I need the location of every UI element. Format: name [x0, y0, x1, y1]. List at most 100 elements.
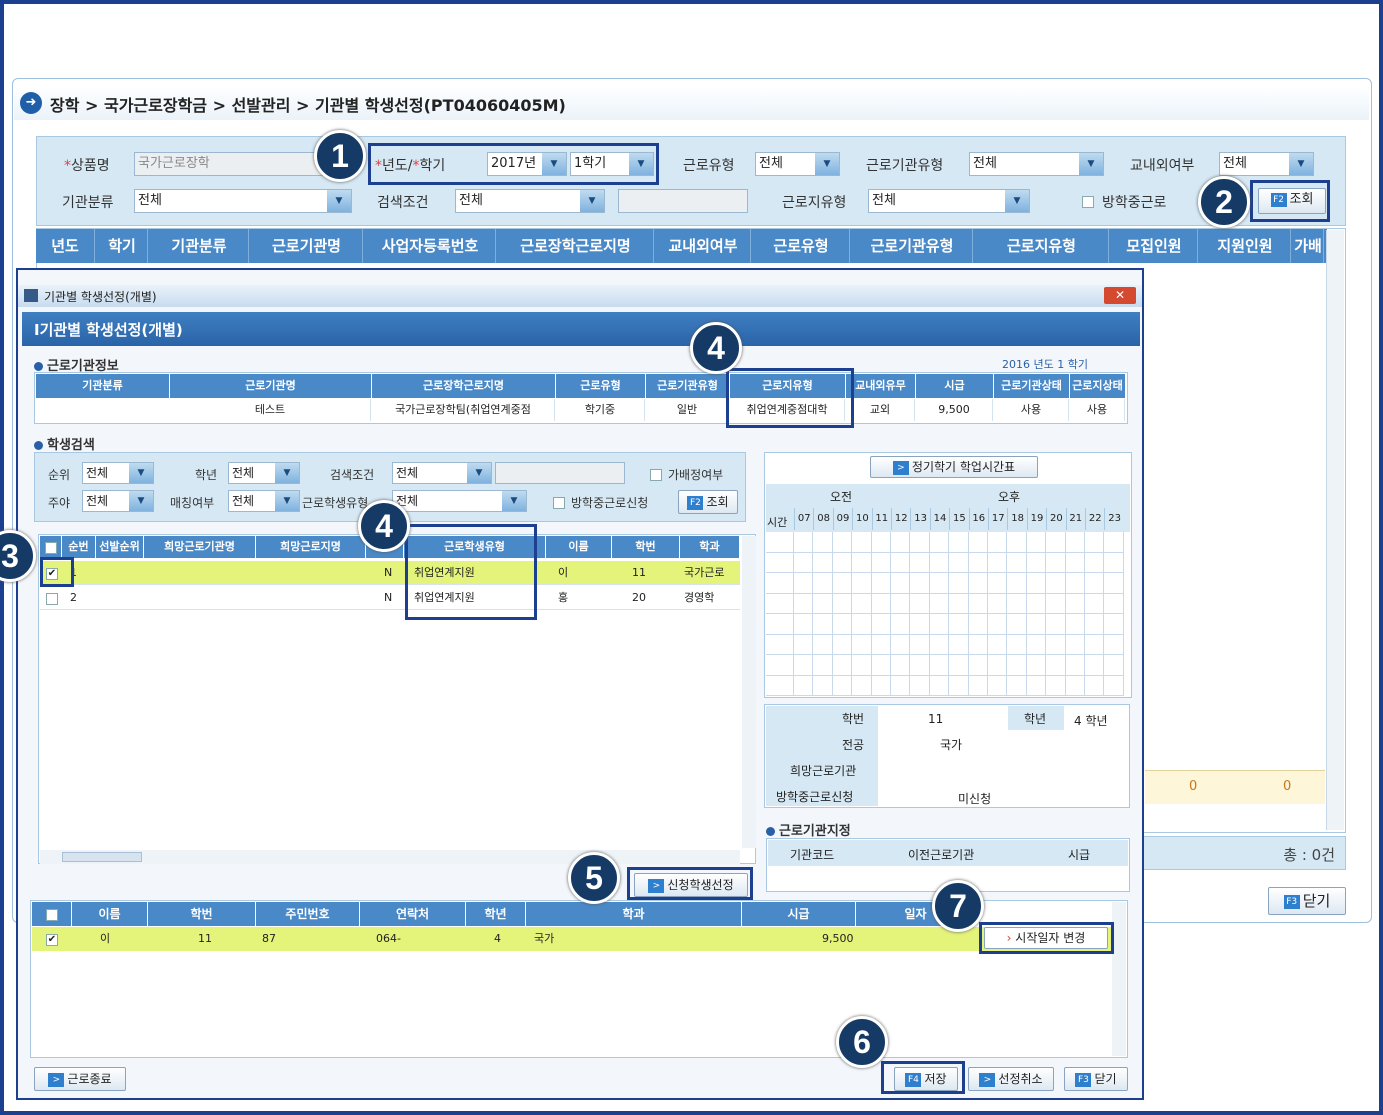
- timetable-cell: [794, 634, 814, 655]
- bottom-cell-4: 4: [494, 932, 501, 945]
- scroll-thumb[interactable]: [62, 852, 142, 862]
- timetable-cell: [910, 675, 930, 696]
- timetable-cell: [929, 593, 950, 614]
- bottom-cell-1: 11: [198, 932, 212, 945]
- chevron-down-icon: ▼: [467, 463, 491, 483]
- org-cell-7: 9,500: [916, 399, 993, 421]
- info-grade-label: 학년: [1024, 712, 1047, 726]
- match-select[interactable]: 전체 ▼: [228, 490, 300, 512]
- timetable-cell: [1046, 614, 1066, 635]
- main-header-1: 학기: [97, 229, 148, 263]
- student-type-select[interactable]: 전체 ▼: [392, 490, 527, 512]
- timetable-cell: [910, 552, 930, 573]
- timetable-cell: [871, 614, 891, 635]
- cond-select[interactable]: 전체 ▼: [392, 462, 492, 484]
- chevron-down-icon: ▼: [815, 153, 839, 175]
- close-icon[interactable]: ✕: [1104, 287, 1136, 304]
- student-hscroll[interactable]: [40, 850, 740, 864]
- timetable-cell: [1007, 655, 1027, 676]
- fill-checkbox[interactable]: [650, 467, 662, 482]
- org-cell-2: 국가근로장학팀(취업연계중점: [372, 399, 555, 421]
- org-header-4: 근로기관유형: [646, 374, 729, 398]
- condition-input[interactable]: [618, 189, 748, 213]
- condition-select[interactable]: 전체 ▼: [455, 189, 605, 213]
- product-label: *상품명: [64, 158, 110, 174]
- timetable-cell: [968, 593, 988, 614]
- site-type-select[interactable]: 전체 ▼: [868, 189, 1030, 213]
- assign-header-code: 기관코드: [790, 848, 835, 862]
- org-class-select[interactable]: 전체 ▼: [134, 189, 352, 213]
- timetable-cell: [1104, 552, 1124, 573]
- timetable-cell: [1104, 675, 1124, 696]
- arrow-right-icon: >: [892, 460, 909, 475]
- chevron-down-icon: ▼: [129, 491, 153, 511]
- timetable-cell: [891, 634, 911, 655]
- timetable-cell: [949, 593, 969, 614]
- timetable-cell: [929, 532, 950, 553]
- hour-label-5: 12: [891, 508, 910, 530]
- grade-select[interactable]: 전체 ▼: [228, 462, 300, 484]
- timetable-cell: [766, 573, 794, 594]
- timetable-cell: [1046, 532, 1066, 553]
- timetable-cell: [766, 593, 794, 614]
- total-value-1: 0: [1189, 779, 1198, 794]
- timetable-cell: [891, 655, 911, 676]
- timetable-cell: [871, 634, 891, 655]
- hour-label-13: 20: [1046, 508, 1065, 530]
- timetable-cell: [1007, 634, 1027, 655]
- timetable-cell: [813, 614, 833, 635]
- main-close-button[interactable]: F3 닫기: [1268, 887, 1346, 915]
- timetable-cell: [1065, 593, 1085, 614]
- vac-apply-checkbox[interactable]: [553, 495, 565, 510]
- site-type-label: 근로지유형: [782, 195, 847, 211]
- timetable-cell: [1065, 573, 1085, 594]
- hour-label-7: 14: [929, 508, 949, 530]
- bottom-header-0: 이름: [72, 902, 147, 926]
- timetable-cell: [968, 655, 988, 676]
- org-header-1: 근로기관명: [170, 374, 371, 398]
- timetable-cell: [766, 552, 794, 573]
- timetable-cell: [832, 634, 853, 655]
- work-type-select[interactable]: 전체 ▼: [755, 152, 840, 176]
- timetable-cell: [1026, 655, 1047, 676]
- student-vscroll[interactable]: [742, 536, 756, 848]
- org-type-select[interactable]: 전체 ▼: [969, 152, 1104, 176]
- bottom-header-1: 학번: [148, 902, 255, 926]
- timetable-cell: [1007, 573, 1027, 594]
- timetable-cell: [1085, 593, 1105, 614]
- selected-row-checkbox[interactable]: ✔: [46, 932, 58, 947]
- timetable-cell: [766, 655, 794, 676]
- assign-title: 근로기관지정: [766, 820, 851, 839]
- select-all-checkbox[interactable]: [44, 541, 57, 554]
- selected-vscroll[interactable]: [1112, 902, 1126, 1056]
- timetable-cell: [968, 675, 988, 696]
- timetable-cell: [813, 634, 833, 655]
- dialog-close-button[interactable]: F3 닫기: [1064, 1067, 1128, 1091]
- rank-select[interactable]: 전체 ▼: [82, 462, 154, 484]
- timetable-cell: [766, 614, 794, 635]
- select-all-checkbox[interactable]: [45, 908, 58, 921]
- cond-input[interactable]: [495, 462, 625, 484]
- timetable-cell: [949, 675, 969, 696]
- timetable-button[interactable]: > 정기학기 학업시간표: [870, 456, 1038, 478]
- info-major-value: 국가: [940, 738, 963, 752]
- window-icon: [24, 289, 38, 302]
- timetable-cell: [949, 532, 969, 553]
- student-search-button[interactable]: F2 조회: [678, 490, 738, 514]
- vacation-checkbox[interactable]: [1082, 194, 1094, 209]
- org-header-3: 근로유형: [556, 374, 645, 398]
- timetable-cell: [929, 655, 950, 676]
- end-work-button[interactable]: > 근로종료: [34, 1067, 126, 1091]
- step-marker-4a: 4: [690, 322, 742, 374]
- timetable-cell: [766, 634, 794, 655]
- main-scrollbar[interactable]: [1326, 230, 1344, 830]
- timetable-cell: [1026, 532, 1047, 553]
- timetable-cell: [988, 573, 1008, 594]
- timetable-cell: [1085, 614, 1105, 635]
- student-cell-id: 20: [632, 591, 646, 604]
- student-row-checkbox[interactable]: [46, 591, 58, 606]
- timetable-cell: [1085, 573, 1105, 594]
- major-select[interactable]: 전체 ▼: [82, 490, 154, 512]
- campus-select[interactable]: 전체 ▼: [1219, 152, 1314, 176]
- cancel-select-button[interactable]: > 선정취소: [968, 1067, 1054, 1091]
